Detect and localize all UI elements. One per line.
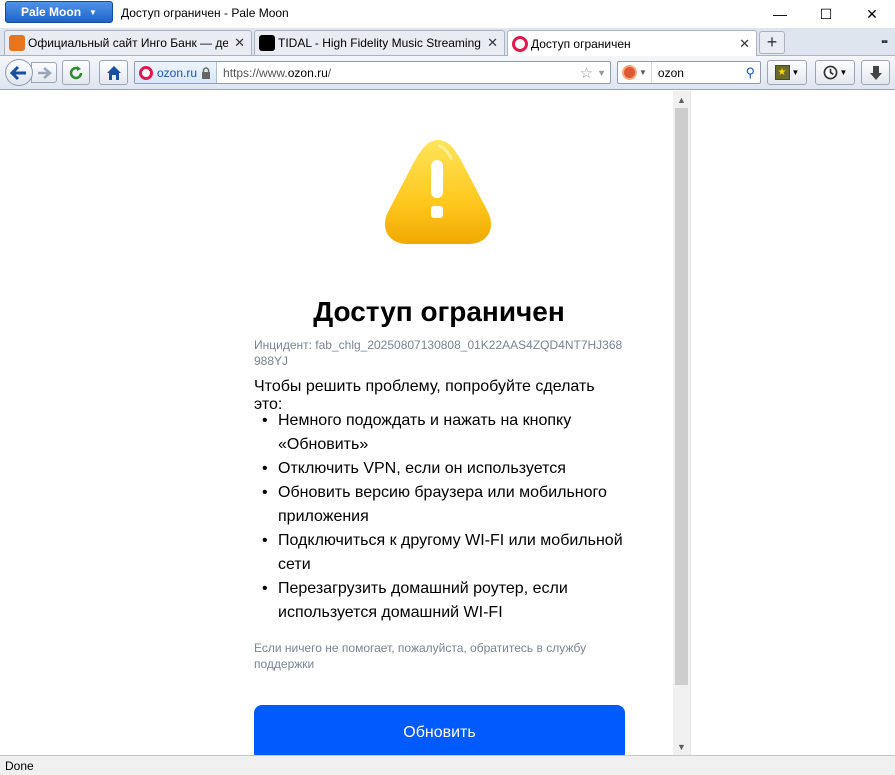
steps-list: Немного подождать и нажать на кнопку «Об… <box>254 409 626 625</box>
list-item: Обновить версию браузера или мобильного … <box>254 481 626 529</box>
chevron-down-icon: ▼ <box>89 7 97 17</box>
bookmarks-icon: ★ <box>774 65 790 80</box>
page-content: Доступ ограничен Инцидент: fab_chlg_2025… <box>0 91 690 755</box>
tab-label: TIDAL - High Fidelity Music Streaming <box>278 36 481 50</box>
close-icon: ✕ <box>866 5 878 22</box>
empty-panel <box>690 91 895 755</box>
list-item: Отключить VPN, если он используется <box>254 457 626 481</box>
plus-icon: + <box>766 32 778 52</box>
reload-button[interactable] <box>62 60 90 85</box>
chevron-down-icon: ▼ <box>791 68 800 77</box>
tidal-favicon-icon <box>259 35 275 51</box>
tab-list-button[interactable]: ▪▪ <box>881 36 888 48</box>
search-bar[interactable]: ▼ ⚲ <box>617 61 761 84</box>
ozon-favicon-icon <box>139 65 153 80</box>
vertical-scrollbar[interactable]: ▲ ▼ <box>673 91 690 755</box>
support-note: Если ничего не помогает, пожалуйста, обр… <box>254 641 587 671</box>
close-window-button[interactable]: ✕ <box>849 0 895 28</box>
list-item: Подключиться к другому WI-FI или мобильн… <box>254 529 626 577</box>
scroll-up-icon[interactable]: ▲ <box>673 91 690 108</box>
incident-id: Инцидент: fab_chlg_20250807130808_01K22A… <box>254 338 623 368</box>
bookmarks-menu-button[interactable]: ★ ▼ <box>767 60 807 85</box>
tab-close-icon[interactable]: ✕ <box>487 35 498 51</box>
maximize-icon: ☐ <box>819 5 833 22</box>
tab-strip: Официальный сайт Инго Банк — дебе ✕ TIDA… <box>0 28 895 57</box>
home-icon <box>106 65 121 80</box>
lock-icon <box>202 66 211 79</box>
search-input[interactable] <box>651 65 746 80</box>
back-button[interactable] <box>5 59 33 86</box>
url-prefix: https://www. <box>223 65 288 80</box>
app-menu-button[interactable]: Pale Moon ▼ <box>5 1 113 23</box>
arrow-right-icon <box>38 66 52 79</box>
window-title: Доступ ограничен - Pale Moon <box>121 6 289 20</box>
minimize-button[interactable]: — <box>757 0 803 28</box>
search-engine-button[interactable]: ▼ <box>618 62 652 83</box>
arrow-left-icon <box>10 65 26 80</box>
tab-close-icon[interactable]: ✕ <box>234 35 245 51</box>
url-suffix: / <box>327 65 332 80</box>
ingo-favicon-icon <box>9 35 25 51</box>
minimize-icon: — <box>773 6 787 22</box>
status-text: Done <box>5 758 34 773</box>
chevron-down-icon: ▼ <box>839 68 848 77</box>
page-title: Доступ ограничен <box>313 296 565 327</box>
title-bar: Pale Moon ▼ Доступ ограничен - Pale Moon… <box>0 0 895 28</box>
forward-button[interactable] <box>31 62 57 83</box>
duckduckgo-icon <box>622 65 637 80</box>
tab-close-icon[interactable]: ✕ <box>739 36 750 52</box>
scroll-down-icon[interactable]: ▼ <box>673 738 690 755</box>
refresh-button[interactable]: Обновить <box>254 705 625 755</box>
scrollbar-thumb[interactable] <box>675 108 688 685</box>
tab-list-icon: ▪▪ <box>881 36 888 48</box>
url-bar[interactable]: ozon.ru https://www.ozon.ru/ ☆ ▼ <box>134 61 611 84</box>
list-item: Немного подождать и нажать на кнопку «Об… <box>254 409 626 457</box>
url-dropdown-icon[interactable]: ▼ <box>597 68 606 78</box>
clock-icon <box>823 65 837 80</box>
reload-icon <box>69 65 83 79</box>
status-bar: Done <box>0 755 895 775</box>
bookmark-star-icon[interactable]: ☆ <box>580 64 593 82</box>
maximize-button[interactable]: ☐ <box>803 0 849 28</box>
downloads-button[interactable] <box>861 60 890 85</box>
tab-label: Доступ ограничен <box>531 37 631 51</box>
list-item: Перезагрузить домашний роутер, если испо… <box>254 577 626 625</box>
url-domain: ozon.ru <box>287 65 328 80</box>
tab-tidal[interactable]: TIDAL - High Fidelity Music Streaming ✕ <box>254 30 505 55</box>
history-menu-button[interactable]: ▼ <box>815 60 855 85</box>
app-menu-label: Pale Moon <box>21 5 82 19</box>
download-arrow-icon <box>869 65 882 80</box>
url-field[interactable]: https://www.ozon.ru/ <box>217 66 580 80</box>
url-bar-icons: ☆ ▼ <box>580 64 610 82</box>
tab-label: Официальный сайт Инго Банк — дебе <box>28 36 229 50</box>
search-icon[interactable]: ⚲ <box>745 65 760 81</box>
tab-ingo-bank[interactable]: Официальный сайт Инго Банк — дебе ✕ <box>4 30 252 55</box>
ozon-favicon-icon <box>512 36 528 52</box>
navigation-bar: ozon.ru https://www.ozon.ru/ ☆ ▼ ▼ ⚲ ★ ▼… <box>0 56 895 90</box>
site-identity-button[interactable]: ozon.ru <box>135 62 218 83</box>
home-button[interactable] <box>99 60 128 85</box>
new-tab-button[interactable]: + <box>759 31 785 54</box>
warning-icon <box>384 140 492 244</box>
identity-label: ozon.ru <box>157 65 198 80</box>
tab-access-restricted[interactable]: Доступ ограничен ✕ <box>507 30 757 57</box>
chevron-down-icon: ▼ <box>639 68 647 77</box>
back-forward-group <box>5 59 58 86</box>
